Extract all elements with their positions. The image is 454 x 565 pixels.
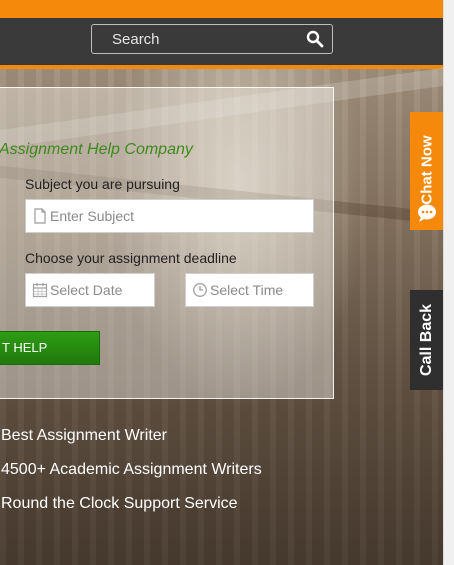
calendar-icon — [32, 283, 48, 298]
feature-item: Round the Clock Support Service — [1, 495, 238, 512]
page-viewport: Assignment Help Company Subject you are … — [0, 0, 443, 565]
search-box — [91, 24, 333, 54]
subject-field — [25, 199, 314, 233]
document-icon — [34, 208, 46, 224]
feature-item: Best Assignment Writer — [1, 427, 167, 444]
chat-now-label: Chat Now — [418, 135, 435, 205]
chat-now-tab[interactable]: Chat Now — [410, 112, 443, 230]
search-input[interactable] — [92, 25, 322, 53]
page-scrollbar[interactable] — [443, 0, 454, 565]
date-input[interactable] — [50, 274, 150, 306]
get-help-button[interactable]: T HELP — [0, 331, 100, 365]
time-field — [185, 273, 314, 307]
date-field — [25, 273, 155, 307]
chat-bubble-icon — [418, 204, 436, 222]
subject-label: Subject you are pursuing — [25, 176, 180, 192]
nav-bar — [0, 18, 443, 69]
subject-input[interactable] — [50, 200, 305, 232]
deadline-label: Choose your assignment deadline — [25, 250, 237, 266]
call-back-tab[interactable]: Call Back — [410, 290, 443, 390]
top-accent-bar — [0, 0, 443, 18]
order-form-panel: Assignment Help Company Subject you are … — [0, 87, 334, 399]
call-back-label: Call Back — [417, 303, 435, 377]
form-title: Assignment Help Company — [0, 141, 193, 158]
clock-icon — [193, 283, 207, 297]
feature-item: 4500+ Academic Assignment Writers — [1, 461, 262, 478]
time-input[interactable] — [210, 274, 310, 306]
search-icon[interactable] — [306, 30, 324, 48]
